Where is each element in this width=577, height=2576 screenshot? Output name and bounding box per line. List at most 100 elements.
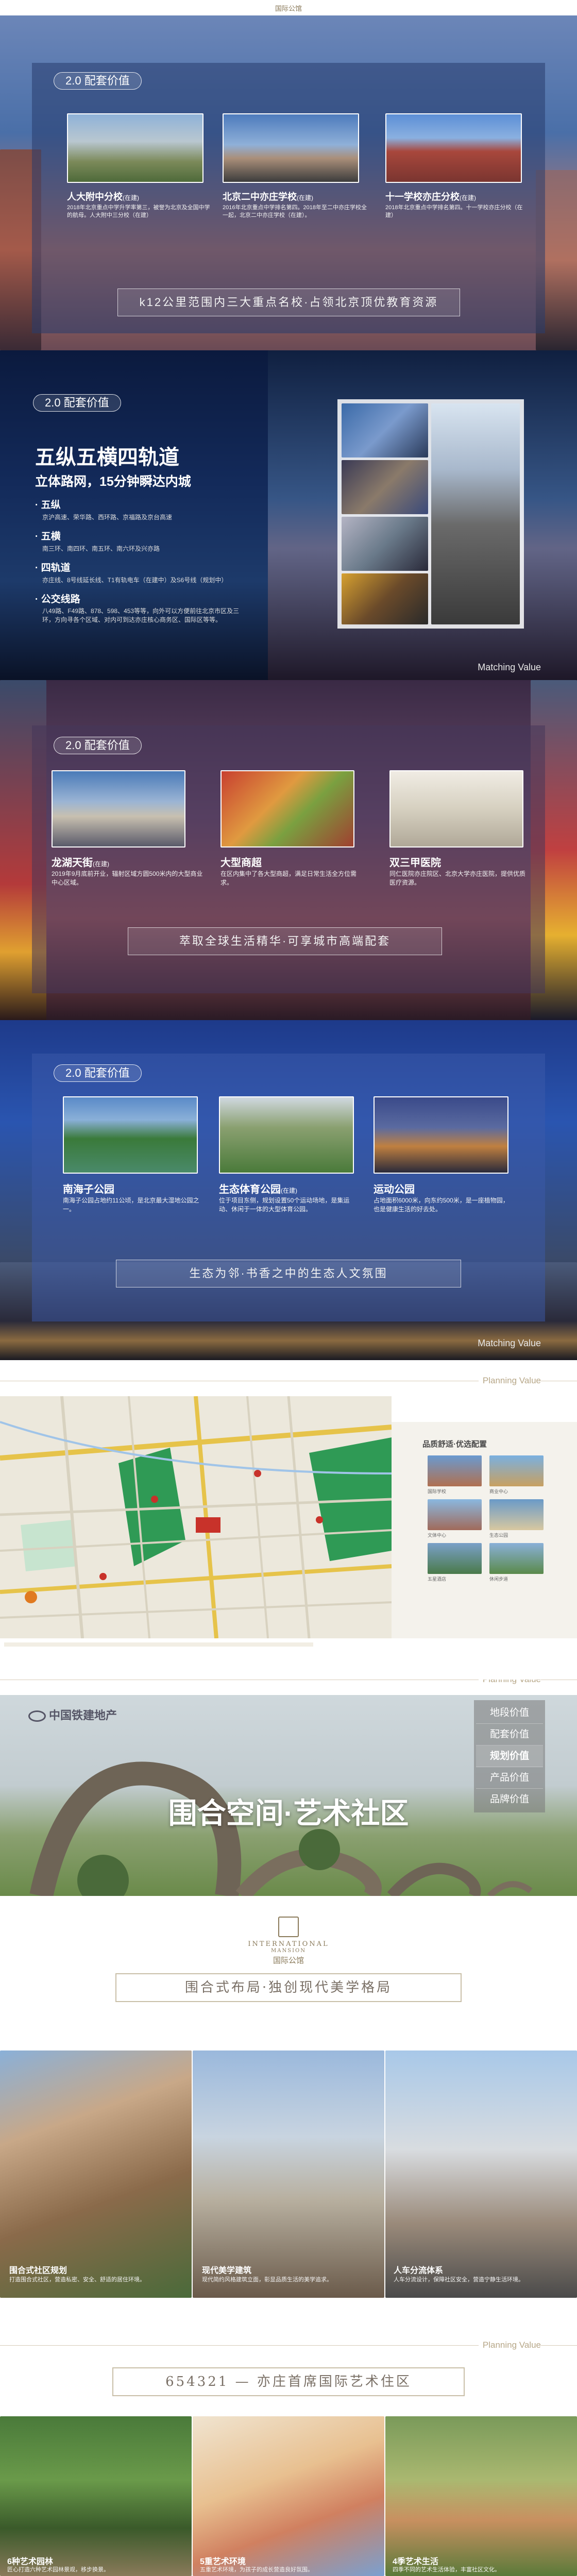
brand-mark-icon — [278, 1917, 299, 1937]
card-text: 2019年9月底前开业，辐射区域方圆500米内的大型商业中心区域。 — [52, 870, 203, 886]
traffic-subtitle: 立体路网，15分钟瞬达内城 — [35, 474, 191, 489]
info-panel: 品质舒适·优选配置 国际学校 商业中心 文体中心 生态公园 五星酒店 休闲步道 — [392, 1396, 577, 1638]
photo-street — [385, 2050, 577, 2298]
card-caption: 双三甲医院 — [389, 857, 441, 869]
photo-mall — [52, 770, 185, 848]
top-header: 国际公馆 — [0, 0, 577, 15]
map-roads — [0, 1396, 392, 1638]
panel-photo — [428, 1499, 482, 1530]
photo-night-park — [374, 1096, 508, 1174]
card-caption: 5重艺术环境 — [200, 2557, 246, 2566]
card-caption: 6种艺术园林 — [7, 2557, 53, 2566]
menu-item-facilities[interactable]: 配套价值 — [476, 1724, 543, 1745]
photo-park-lake — [63, 1096, 198, 1174]
photo-sports-park — [219, 1096, 354, 1174]
traffic-list: · 五纵 京沪高速、荣华路、西环路、京福路及京台高速 · 五横 南三环、南四环、南五… — [35, 497, 241, 624]
card-text: 2018年北京重点中学升学率第三，被誉为北京及全国中学的航母。人大附中三分校（在… — [67, 205, 210, 218]
panel-photo — [489, 1455, 544, 1486]
developer-logo: 中国铁建地产 — [28, 1706, 117, 1723]
school-photo-renda — [67, 113, 203, 183]
menu-item-location[interactable]: 地段价值 — [476, 1702, 543, 1724]
section-tag: 2.0 配套价值 — [54, 72, 142, 90]
card-caption: 人大附中分校(在建) — [67, 192, 139, 202]
header-logo: 国际公馆 — [275, 5, 302, 13]
card-text: 匠心打造六种艺术园林景观，移步换景。 — [7, 2567, 109, 2573]
planning-value-mark: Planning Value — [478, 1376, 541, 1386]
side-menu: 地段价值 配套价值 规划价值 产品价值 品牌价值 — [474, 1700, 545, 1812]
menu-item-brand[interactable]: 品牌价值 — [476, 1789, 543, 1810]
card-text: 2018年北京重点中学排名第四。十一学校亦庄分校（在建） — [385, 205, 523, 218]
card-caption: 生态体育公园(在建) — [219, 1184, 297, 1195]
section-layout: INTERNATIONAL MANSION 国际公馆 围合式布局·独创现代美学格… — [0, 1911, 577, 2339]
school-photo-erzhong — [223, 113, 359, 183]
card-text: 五重艺术环境，为孩子的成长营造良好氛围。 — [200, 2567, 313, 2573]
card-caption: 运动公园 — [374, 1184, 415, 1195]
card-caption: 十一学校亦庄分校(在建) — [385, 192, 476, 202]
card-text: 占地面积6000米，向东约500米，是一座植物园，也是健康生活的好去处。 — [374, 1197, 509, 1213]
card-text: 2016年北京重点中学排名第四。2018年至二中亦庄学校全一起，北京二中亦庄学校… — [223, 205, 367, 218]
section-map: Planning Value 品质舒适·优选配置 国际学校 商业中心 文体中心 … — [0, 1360, 577, 1680]
panel-item: 休闲步道 — [489, 1577, 508, 1582]
panel-title: 品质舒适·优选配置 — [422, 1440, 487, 1449]
menu-item-product[interactable]: 产品价值 — [476, 1767, 543, 1789]
list-item: · 四轨道 亦庄线、8号线延长线、T1有轨电车（在建中）及S6号线（规划中） — [35, 563, 228, 584]
panel-photo — [428, 1543, 482, 1574]
section-tag: 2.0 配套价值 — [33, 394, 121, 412]
card-caption: 龙湖天街(在建) — [52, 857, 109, 869]
card-caption: 围合式社区规划 — [9, 2266, 67, 2275]
photo-collage — [337, 399, 524, 629]
section-schools: 2.0 配套价值 人大附中分校(在建) 2018年北京重点中学升学率第三，被誉为… — [0, 15, 577, 350]
card-text: 在区内集中了各大型商超，满足日常生活全方位需求。 — [220, 870, 357, 886]
photo-road-grid — [342, 460, 428, 514]
card-text: 位于项目东侧，规划设置50个运动场地，是集运动、休闲于一体的大型体育公园。 — [219, 1197, 350, 1213]
logo-icon — [28, 1710, 46, 1722]
list-item: · 公交线路 八49路、F49路、878、598、453等等，向外可以方便前往北京… — [35, 594, 240, 623]
photo-aerial — [0, 2050, 192, 2298]
card-text: 同仁医院亦庄院区、北京大学亦庄医院，提供优质医疗资源。 — [389, 870, 526, 886]
photo-highway — [431, 403, 520, 624]
photo-hospital — [389, 770, 523, 848]
section-ecology: 2.0 配套价值 南海子公园 南海子公园占地约11公顷，是北京最大湿地公园之一。… — [0, 1020, 577, 1360]
footnote — [4, 1642, 313, 1647]
traffic-title: 五纵五横四轨道 — [35, 446, 179, 469]
planning-value-mark: Planning Value — [478, 1680, 541, 1685]
layout-slogan: 围合式布局·独创现代美学格局 — [115, 1973, 462, 2002]
section-traffic: 2.0 配套价值 五纵五横四轨道 立体路网，15分钟瞬达内城 · 五纵 京沪高速、… — [0, 350, 577, 680]
matching-value-mark: Matching Value — [478, 1338, 541, 1348]
menu-item-planning[interactable]: 规划价值 — [476, 1745, 543, 1767]
photo-subway — [342, 573, 428, 624]
section-tag: 2.0 配套价值 — [54, 1064, 142, 1082]
section-slogan: k12公里范围内三大重点名校·占领北京顶优教育资源 — [117, 289, 460, 316]
panel-header — [392, 1396, 577, 1422]
list-item: · 五横 南三环、南四环、南五环、南六环及兴亦路 — [35, 531, 160, 552]
card-caption: 4季艺术生活 — [393, 2557, 438, 2566]
panel-item: 文体中心 — [428, 1533, 447, 1538]
list-item: · 五纵 京沪高速、荣华路、西环路、京福路及京台高速 — [35, 500, 173, 521]
card-caption: 南海子公园 — [63, 1184, 114, 1195]
section-tag: 2.0 配套价值 — [54, 737, 142, 754]
location-map — [0, 1396, 392, 1638]
panel-item: 国际学校 — [428, 1489, 447, 1494]
panel-photo — [489, 1499, 544, 1530]
brand-logo: INTERNATIONAL MANSION 国际公馆 — [247, 1917, 330, 1965]
panel-item: 商业中心 — [489, 1489, 508, 1494]
photo-supermarket — [220, 770, 354, 848]
card-text: 人车分流设计，保障社区安全，营造宁静生活环境。 — [394, 2277, 524, 2283]
card-caption: 大型商超 — [220, 857, 262, 869]
card-text: 打造围合式社区，营造私密、安全、舒适的居住环境。 — [9, 2277, 145, 2283]
section-commerce: 2.0 配套价值 龙湖天街(在建) 2019年9月底前开业，辐射区域方圆500米… — [0, 680, 577, 1020]
photo-interchange — [342, 403, 428, 457]
panel-item: 生态公园 — [489, 1533, 508, 1538]
section-slogan: 生态为邻·书香之中的生态人文氛围 — [116, 1260, 461, 1287]
section-art-hero: Planning Value 中国铁建地产 围合空间·艺术社区 地段价值 配套价… — [0, 1680, 577, 1911]
card-caption: 现代美学建筑 — [202, 2266, 252, 2275]
photo-garden-tree — [0, 2416, 192, 2576]
panel-item: 五星酒店 — [428, 1577, 447, 1582]
card-text: 南海子公园占地约11公顷，是北京最大湿地公园之一。 — [63, 1197, 199, 1213]
panel-photo — [489, 1543, 544, 1574]
school-photo-shiyi — [385, 113, 522, 183]
photo-train — [342, 517, 428, 571]
matching-value-mark: Matching Value — [478, 662, 541, 672]
planning-value-mark: Planning Value — [478, 2340, 541, 2350]
art-slogan: 654321 — 亦庄首席国际艺术住区 — [112, 2367, 465, 2396]
